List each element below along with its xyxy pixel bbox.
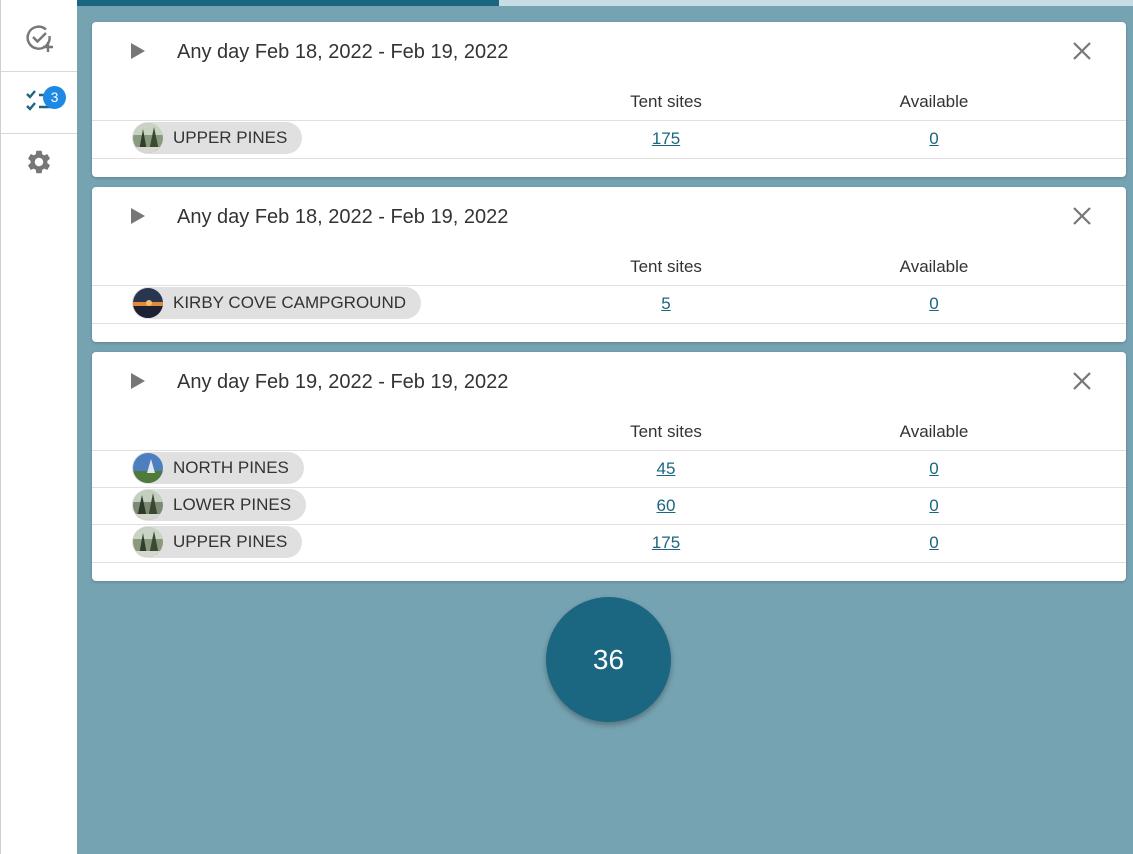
campground-name: LOWER PINES (173, 495, 292, 514)
sidebar-item-checklist[interactable]: 3 (1, 73, 77, 134)
card-title: Any day Feb 18, 2022 - Feb 19, 2022 (177, 41, 509, 63)
avatar (133, 527, 163, 557)
tent-sites-link[interactable]: 175 (566, 533, 766, 553)
available-link[interactable]: 0 (834, 129, 1034, 149)
available-link[interactable]: 0 (834, 459, 1034, 479)
card-header: Any day Feb 18, 2022 - Feb 19, 2022 (92, 22, 1126, 82)
available-link[interactable]: 0 (834, 533, 1034, 553)
tent-sites-link[interactable]: 60 (566, 496, 766, 516)
play-icon[interactable] (130, 372, 146, 390)
play-icon[interactable] (130, 42, 146, 60)
card-header: Any day Feb 19, 2022 - Feb 19, 2022 (92, 352, 1126, 412)
column-header-tent-sites: Tent sites (630, 422, 702, 441)
table-row: NORTH PINES 45 0 (92, 450, 1126, 488)
play-icon[interactable] (130, 207, 146, 225)
table-row: KIRBY COVE CAMPGROUND 5 0 (92, 285, 1126, 324)
sidebar-item-add-check[interactable] (1, 0, 77, 72)
tent-sites-link[interactable]: 175 (566, 129, 766, 149)
avatar (133, 288, 163, 318)
tent-sites-link[interactable]: 45 (566, 459, 766, 479)
progress-bar (77, 0, 500, 6)
campground-chip[interactable]: UPPER PINES (132, 526, 303, 558)
available-link[interactable]: 0 (834, 496, 1034, 516)
table-row: UPPER PINES 175 0 (92, 120, 1126, 159)
close-icon[interactable] (1072, 41, 1092, 61)
column-header-available: Available (899, 257, 969, 276)
table-row: UPPER PINES 175 0 (92, 524, 1126, 563)
main-panel: Any day Feb 18, 2022 - Feb 19, 2022 Tent… (77, 0, 1133, 854)
gear-icon (25, 148, 53, 181)
sidebar-item-settings[interactable] (1, 134, 77, 194)
campground-chip[interactable]: LOWER PINES (132, 489, 307, 521)
countdown-label: 36 (592, 643, 625, 675)
notification-badge: 3 (43, 86, 66, 109)
card-title: Any day Feb 18, 2022 - Feb 19, 2022 (177, 206, 509, 228)
tent-sites-link[interactable]: 5 (566, 294, 766, 314)
card-header: Any day Feb 18, 2022 - Feb 19, 2022 (92, 187, 1126, 247)
avatar (133, 453, 163, 483)
column-header-available: Available (899, 422, 969, 441)
close-icon[interactable] (1072, 206, 1092, 226)
available-link[interactable]: 0 (834, 294, 1034, 314)
campground-chip[interactable]: UPPER PINES (132, 122, 303, 154)
avatar (133, 123, 163, 153)
close-icon[interactable] (1072, 371, 1092, 391)
campground-name: NORTH PINES (173, 458, 289, 477)
add-check-icon (24, 23, 54, 58)
search-card: Any day Feb 19, 2022 - Feb 19, 2022 Tent… (92, 352, 1126, 581)
search-card: Any day Feb 18, 2022 - Feb 19, 2022 Tent… (92, 22, 1126, 177)
column-header-available: Available (899, 92, 969, 111)
sidebar: 3 (0, 0, 77, 854)
search-card: Any day Feb 18, 2022 - Feb 19, 2022 Tent… (92, 187, 1126, 342)
countdown-button[interactable]: 36 (546, 597, 671, 722)
avatar (133, 490, 163, 520)
campground-chip[interactable]: KIRBY COVE CAMPGROUND (132, 287, 422, 319)
column-header-tent-sites: Tent sites (630, 257, 702, 276)
table-row: LOWER PINES 60 0 (92, 487, 1126, 525)
campground-name: UPPER PINES (173, 128, 288, 147)
card-title: Any day Feb 19, 2022 - Feb 19, 2022 (177, 371, 509, 393)
app-window: 3 Any day Feb 18, 2022 - Feb 19, 2022 Te… (0, 0, 1133, 854)
campground-name: UPPER PINES (173, 532, 288, 551)
campground-name: KIRBY COVE CAMPGROUND (173, 293, 407, 312)
column-header-tent-sites: Tent sites (630, 92, 702, 111)
campground-chip[interactable]: NORTH PINES (132, 452, 304, 484)
